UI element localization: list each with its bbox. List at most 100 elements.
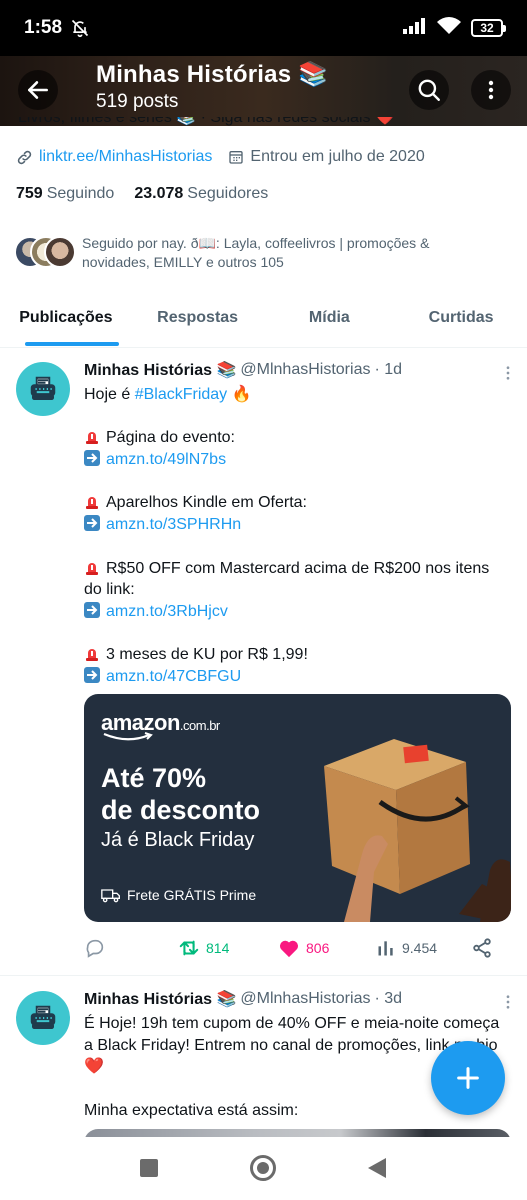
like-count: 806 — [306, 940, 330, 956]
joined-date: Entrou em julho de 2020 — [228, 148, 425, 166]
more-options-button[interactable] — [471, 70, 511, 110]
page-title: Minhas Histórias 📚 — [96, 61, 329, 88]
profile-bio: Livros, filmes e séries 📚 · Siga nas red… — [18, 117, 395, 126]
triangle-back-icon — [368, 1158, 386, 1178]
promo-headline-line: de desconto — [101, 795, 261, 825]
tweet-line: amzn.to/47CBFGU — [84, 666, 510, 688]
author-name[interactable]: Minhas Histórias 📚 — [84, 360, 236, 380]
tweet-more-button[interactable] — [499, 993, 517, 1016]
signal-icon — [403, 17, 427, 39]
views-button[interactable]: 9.454 — [376, 938, 437, 958]
author-handle: @MlnhasHistorias — [240, 361, 371, 378]
following-link[interactable]: 759 Seguindo — [16, 185, 114, 203]
author-handle: @MlnhasHistorias — [240, 990, 371, 1007]
following-count: 759 — [16, 185, 43, 202]
joined-text: Entrou em julho de 2020 — [250, 148, 425, 165]
profile-link[interactable]: linktr.ee/MinhasHistorias — [39, 148, 212, 166]
shipping-text: Frete GRÁTIS Prime — [127, 887, 257, 903]
siren-icon — [86, 432, 98, 445]
tweet-text-part: Aparelhos Kindle em Oferta: — [106, 494, 307, 512]
reply-button[interactable] — [84, 937, 106, 959]
tweet-time: · 1d — [374, 361, 403, 378]
tweet-text-part: R$50 OFF com Mastercard acima de R$200 n… — [106, 559, 490, 577]
followers-count: 23.078 — [134, 185, 184, 202]
avatar — [44, 236, 76, 268]
tweet-link[interactable]: amzn.to/47CBFGU — [106, 668, 241, 685]
tweet-actions: 814 806 9.454 — [84, 934, 504, 962]
bell-off-icon — [70, 18, 90, 38]
tweet[interactable]: Minhas Histórias 📚 @MlnhasHistorias · 1d… — [0, 348, 527, 976]
retweet-button[interactable]: 814 — [178, 937, 229, 959]
tweet-header: Minhas Histórias 📚 @MlnhasHistorias · 1d — [84, 360, 510, 380]
hashtag-link[interactable]: #BlackFriday — [135, 386, 227, 403]
typewriter-icon — [30, 1005, 56, 1029]
tweet-media-image[interactable] — [84, 1129, 511, 1137]
followed-by[interactable]: Seguido por nay. ð📖: Layla, coffeelivros… — [14, 234, 462, 272]
bar-chart-icon — [378, 941, 393, 956]
search-icon — [418, 79, 440, 101]
tweet-link[interactable]: amzn.to/3SPHRHn — [106, 516, 241, 533]
profile-meta: linktr.ee/MinhasHistorias Entrou em julh… — [16, 148, 425, 166]
tweet-text-part: 3 meses de KU por R$ 1,99! — [106, 646, 308, 664]
calendar-icon — [229, 151, 244, 164]
recents-button[interactable] — [139, 1158, 159, 1178]
avatar[interactable] — [16, 362, 70, 416]
status-time: 1:58 — [24, 17, 63, 38]
tab-midia[interactable]: Mídia — [264, 288, 396, 347]
tweet-line: 3 meses de KU por R$ 1,99! — [84, 644, 510, 666]
tweet-line: Página do evento: — [84, 427, 510, 449]
arrow-left-icon — [28, 81, 48, 99]
tweet-link[interactable]: amzn.to/49lN7bs — [106, 451, 226, 468]
tab-publicacoes[interactable]: Publicações — [0, 288, 132, 347]
profile-header: Minhas Histórias 📚 519 posts — [0, 56, 527, 126]
tweet-line: R$50 OFF com Mastercard acima de R$200 n… — [84, 558, 510, 580]
typewriter-icon — [30, 376, 56, 400]
heart-icon — [279, 940, 299, 958]
tweet-header: Minhas Histórias 📚 @MlnhasHistorias · 3d — [84, 989, 510, 1009]
tweet-link[interactable]: amzn.to/3RbHjcv — [106, 603, 228, 620]
share-icon — [473, 938, 491, 958]
retweet-icon — [179, 940, 199, 956]
siren-icon — [86, 497, 98, 510]
tab-respostas[interactable]: Respostas — [132, 288, 264, 347]
followers-label: Seguidores — [187, 185, 269, 202]
tweet-text-part: 🔥 — [227, 386, 252, 403]
truck-icon — [101, 889, 120, 903]
arrow-right-icon — [84, 450, 100, 467]
link-icon — [17, 150, 32, 164]
following-label: Seguindo — [46, 185, 115, 202]
author-name[interactable]: Minhas Histórias 📚 — [84, 989, 236, 1009]
post-count: 519 posts — [96, 91, 179, 112]
tweet-body: Minhas Histórias 📚 @MlnhasHistorias · 1d… — [84, 360, 510, 688]
siren-icon — [86, 562, 98, 575]
tweet-more-button[interactable] — [499, 364, 517, 387]
tab-curtidas[interactable]: Curtidas — [395, 288, 527, 347]
more-vertical-icon — [506, 995, 510, 1009]
shipping-badge: Frete GRÁTIS Prime — [101, 887, 256, 903]
followers-link[interactable]: 23.078 Seguidores — [134, 185, 268, 203]
tweet-line: É Hoje! 19h tem cupom de 40% OFF e meia-… — [84, 1015, 500, 1032]
tweet-line: Aparelhos Kindle em Oferta: — [84, 492, 510, 514]
tweet-time: · 3d — [374, 990, 403, 1007]
back-button[interactable] — [18, 70, 58, 110]
tweet-text: Hoje é #BlackFriday 🔥 Página do evento: … — [84, 384, 510, 688]
tweet-line: do link: — [84, 581, 135, 599]
amazon-smile-icon — [103, 732, 153, 741]
followed-by-text: Seguido por nay. ð📖: Layla, coffeelivros… — [82, 235, 430, 270]
wifi-icon — [437, 16, 461, 40]
home-button[interactable] — [249, 1154, 277, 1182]
search-button[interactable] — [409, 70, 449, 110]
back-nav-button[interactable] — [367, 1157, 387, 1179]
promo-headline-line: Até 70% — [101, 763, 207, 793]
profile-tabs: Publicações Respostas Mídia Curtidas — [0, 288, 527, 348]
android-nav-bar — [0, 1137, 527, 1200]
avatar[interactable] — [16, 991, 70, 1045]
compose-button[interactable] — [431, 1041, 505, 1115]
tweet-media-image[interactable]: amazon.com.br Até 70% de desconto Já é B… — [84, 694, 511, 922]
share-button[interactable] — [471, 937, 493, 959]
follow-stats: 759 Seguindo 23.078 Seguidores — [16, 185, 268, 203]
arrow-right-icon — [84, 515, 100, 532]
like-button[interactable]: 806 — [278, 938, 329, 958]
comment-icon — [86, 939, 104, 958]
more-vertical-icon — [488, 80, 494, 100]
